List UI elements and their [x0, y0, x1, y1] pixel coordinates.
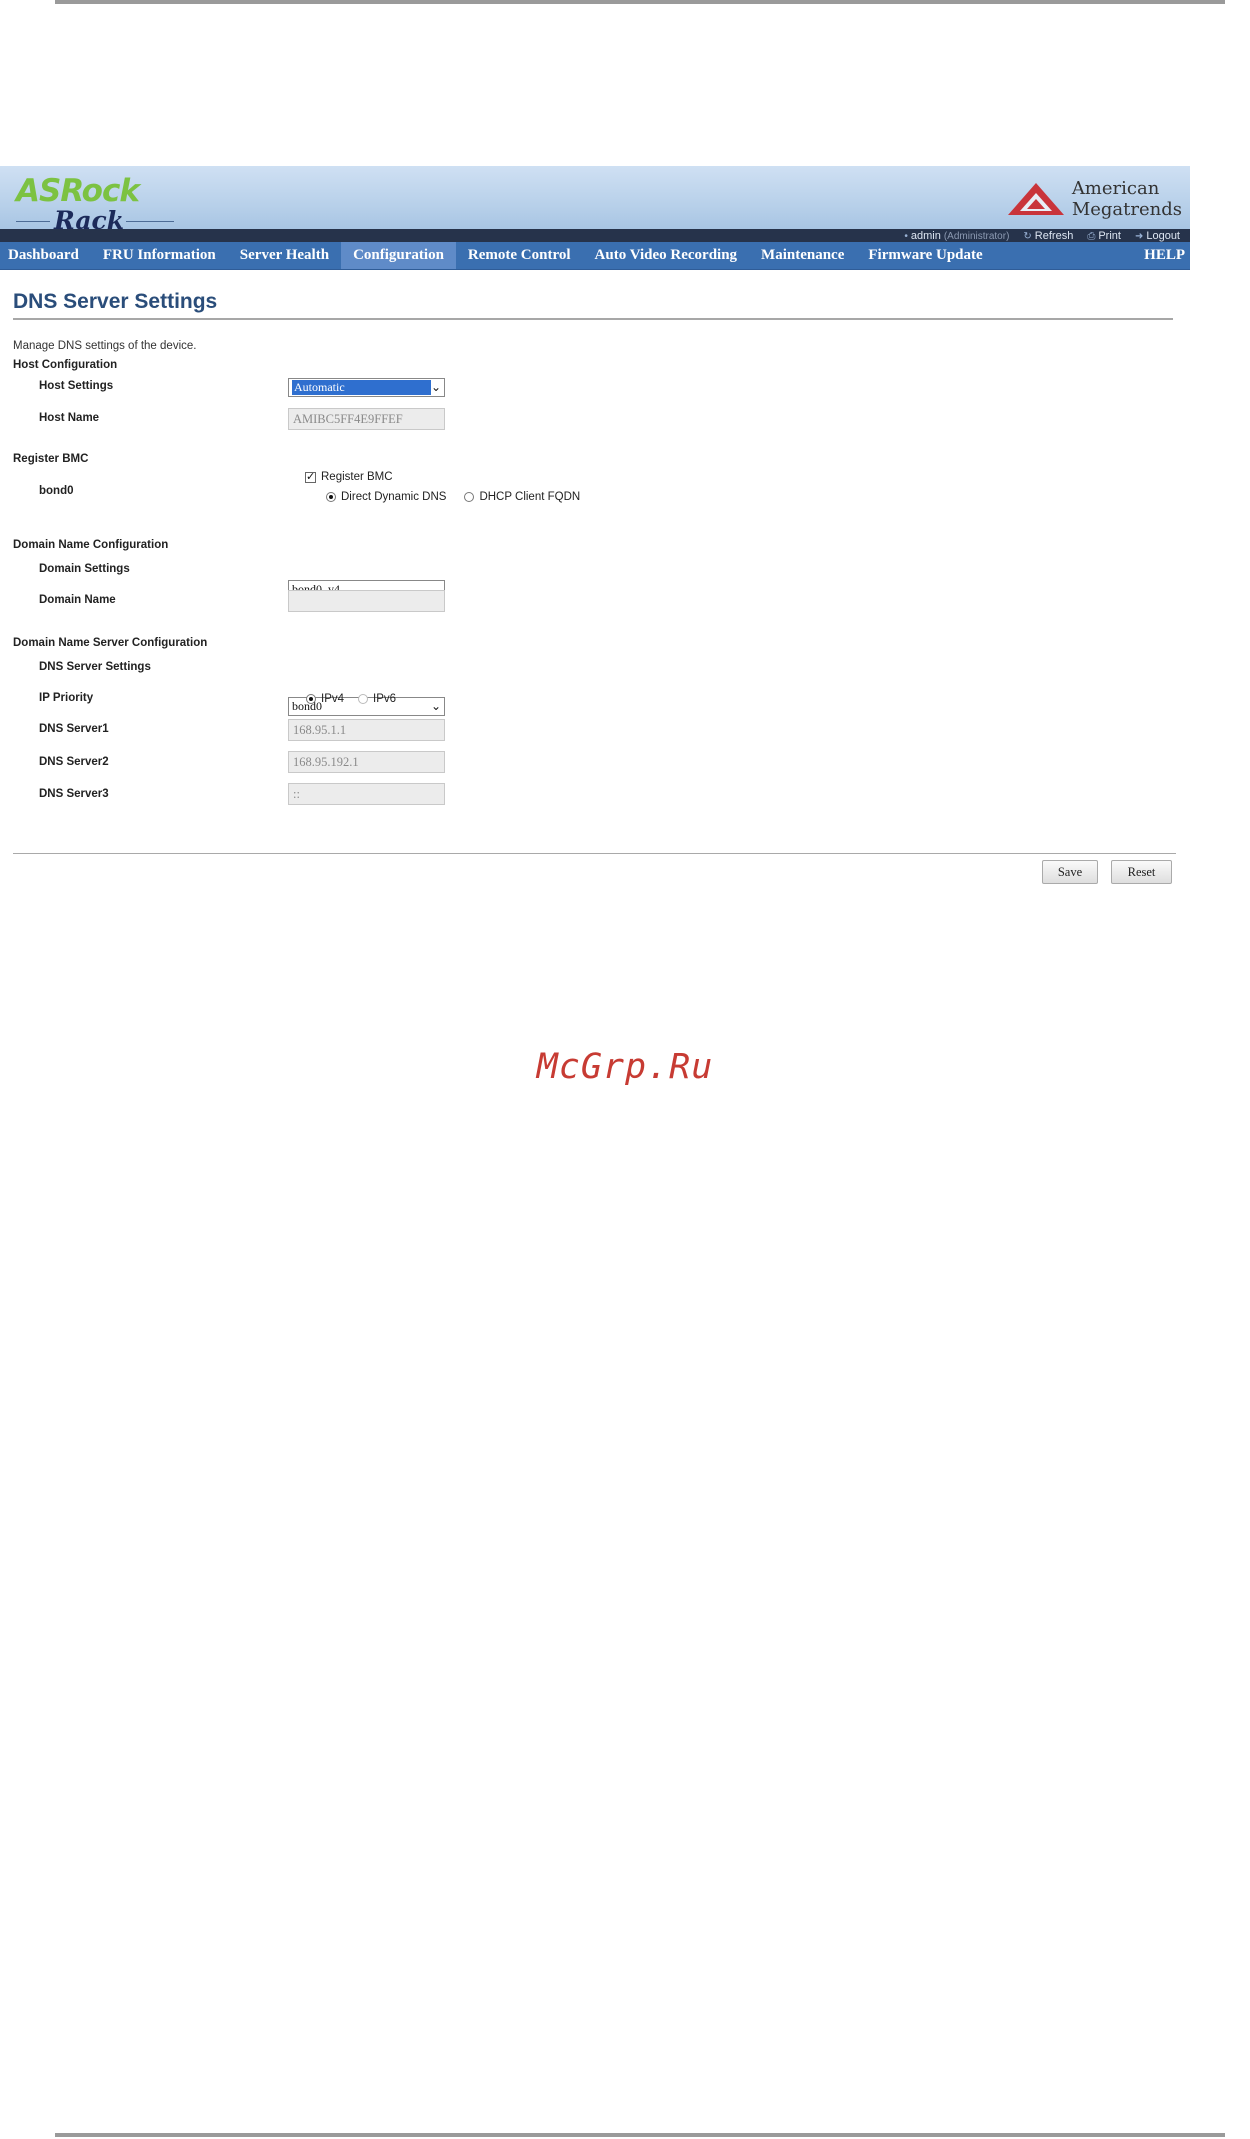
user-name: admin — [910, 229, 941, 242]
refresh-link[interactable]: ↻ Refresh — [1023, 230, 1073, 242]
print-label: Print — [1098, 229, 1121, 242]
page-description: Manage DNS settings of the device. — [13, 340, 197, 352]
reset-button[interactable]: Reset — [1111, 860, 1172, 884]
content-area: DNS Server Settings Manage DNS settings … — [0, 290, 1190, 852]
user-role: (Administrator) — [943, 230, 1010, 242]
domain-name-field[interactable] — [288, 590, 445, 612]
nav-item-maintenance[interactable]: Maintenance — [749, 242, 856, 269]
radio-direct-dynamic-dns-label: Direct Dynamic DNS — [341, 491, 447, 503]
radio-ipv4-label: IPv4 — [321, 693, 345, 705]
watermark-text: McGrp.Ru — [536, 1047, 714, 1087]
dns-server1-label: DNS Server1 — [39, 723, 109, 735]
header-banner: ASRock Rack American Megatrends • admin (A… — [0, 166, 1190, 242]
section-host-configuration: Host Configuration — [13, 359, 118, 371]
section-domain-name-configuration: Domain Name Configuration — [13, 539, 169, 551]
nav-item-remote-control[interactable]: Remote Control — [456, 242, 583, 269]
register-bmc-checkbox-label: Register BMC — [321, 471, 393, 483]
form-bottom-divider — [13, 853, 1176, 854]
radio-direct-dynamic-dns[interactable] — [326, 492, 336, 502]
page-bottom-rule — [55, 2133, 1225, 2137]
radio-dhcp-client-fqdn[interactable] — [464, 492, 475, 502]
user-bar: • admin (Administrator) ↻ Refresh ⎙ Print ➜ L… — [0, 229, 1190, 242]
host-name-label: Host Name — [39, 412, 100, 424]
nav-item-firmware-update[interactable]: Firmware Update — [856, 242, 994, 269]
logout-icon: ➜ — [1134, 230, 1144, 242]
chevron-down-icon: ⌄ — [430, 699, 441, 713]
save-button[interactable]: Save — [1042, 860, 1098, 884]
domain-settings-label: Domain Settings — [39, 563, 130, 575]
user-info: • admin (Administrator) — [904, 230, 1009, 242]
form-area: Host Configuration Host Settings Automat… — [13, 352, 1175, 852]
register-method-options: Direct Dynamic DNS DHCP Client FQDN — [326, 491, 580, 503]
ami-line1: American — [1071, 178, 1160, 199]
ami-wordmark: American Megatrends — [1072, 178, 1182, 220]
nav-help-link[interactable]: HELP — [1132, 242, 1190, 269]
logout-link[interactable]: ➜ Logout — [1135, 230, 1180, 242]
chevron-down-icon: ⌄ — [430, 380, 441, 394]
register-iface-label: bond0 — [39, 485, 74, 497]
ami-logo: American Megatrends — [1006, 178, 1182, 220]
nav-item-dashboard[interactable]: Dashboard — [0, 242, 91, 269]
section-dns-server-configuration: Domain Name Server Configuration — [13, 637, 208, 649]
dns-server2-label: DNS Server2 — [39, 756, 109, 768]
asrock-rack-logo: ASRock Rack — [16, 173, 174, 234]
dns-server1-field[interactable]: 168.95.1.1 — [288, 719, 445, 741]
print-link[interactable]: ⎙ Print — [1087, 230, 1121, 242]
host-name-field[interactable]: AMIBC5FF4E9FFEF — [288, 408, 445, 430]
brand-line1: ASRock — [16, 173, 140, 209]
ip-priority-label: IP Priority — [39, 692, 94, 704]
section-register-bmc: Register BMC — [13, 453, 89, 465]
refresh-icon: ↻ — [1023, 230, 1032, 242]
bmc-web-window: ASRock Rack American Megatrends • admin (A… — [0, 166, 1190, 900]
domain-name-label: Domain Name — [39, 594, 116, 606]
refresh-label: Refresh — [1034, 229, 1074, 242]
dns-server3-label: DNS Server3 — [39, 788, 109, 800]
dns-server-settings-label: DNS Server Settings — [39, 661, 151, 673]
nav-item-configuration[interactable]: Configuration — [341, 242, 456, 269]
user-bullet-icon: • — [904, 230, 908, 242]
register-bmc-checkbox-row: ✓ Register BMC — [305, 471, 393, 483]
host-settings-label: Host Settings — [39, 380, 114, 392]
host-settings-select[interactable]: Automatic ⌄ — [288, 378, 445, 397]
dns-server2-field[interactable]: 168.95.192.1 — [288, 751, 445, 773]
radio-ipv6-label: IPv6 — [373, 693, 397, 705]
host-settings-value: Automatic — [292, 380, 431, 395]
page-title: DNS Server Settings — [13, 290, 1173, 320]
logout-label: Logout — [1146, 229, 1180, 242]
nav-item-server-health[interactable]: Server Health — [228, 242, 341, 269]
dns-server3-field[interactable]: :: — [288, 783, 445, 805]
ip-priority-options: IPv4 IPv6 — [306, 693, 396, 705]
nav-item-fru-information[interactable]: FRU Information — [91, 242, 228, 269]
register-bmc-checkbox[interactable]: ✓ — [305, 471, 316, 483]
ami-triangle-icon — [1007, 183, 1064, 215]
page-top-rule — [55, 0, 1225, 4]
print-icon: ⎙ — [1087, 230, 1096, 242]
radio-ipv4[interactable] — [306, 694, 316, 704]
main-nav: Dashboard FRU Information Server Health … — [0, 242, 1190, 270]
nav-item-auto-video-recording[interactable]: Auto Video Recording — [583, 242, 750, 269]
ami-line2: Megatrends — [1071, 199, 1182, 220]
radio-ipv6[interactable] — [358, 694, 369, 704]
radio-dhcp-client-fqdn-label: DHCP Client FQDN — [479, 491, 581, 503]
